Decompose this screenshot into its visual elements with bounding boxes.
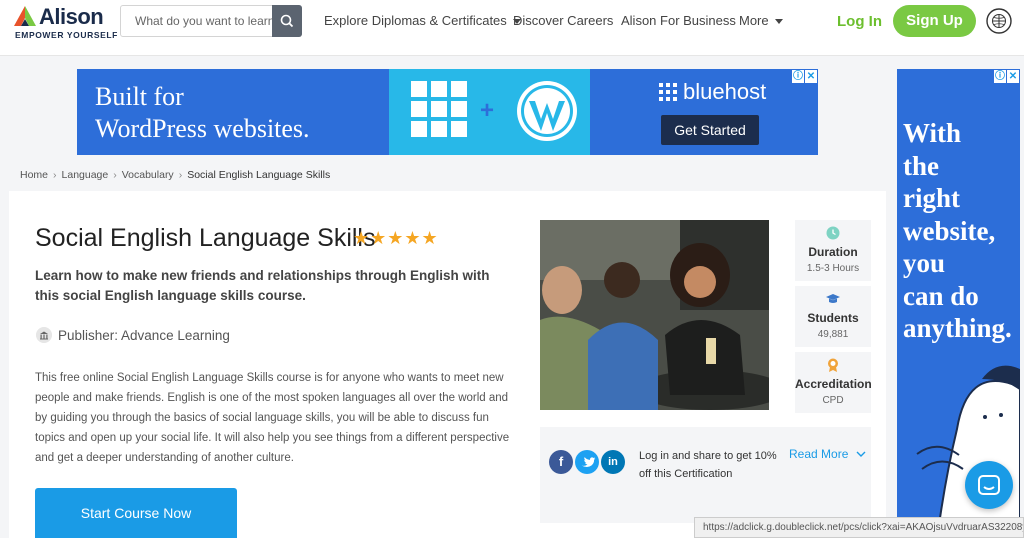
adchoices-info-icon[interactable]: ⓘ xyxy=(792,70,804,83)
ad-side-text: With the right website, you can do anyth… xyxy=(903,118,1012,343)
ad-banner-top[interactable]: Built for WordPress websites. + bluehost… xyxy=(77,69,818,155)
search-box xyxy=(120,5,302,37)
stat-students-label: Students xyxy=(807,311,859,325)
chevron-right-icon: › xyxy=(53,169,57,181)
nav-alison-for-business[interactable]: Alison For Business xyxy=(621,13,736,28)
read-more-label: Read More xyxy=(789,447,849,461)
signup-button[interactable]: Sign Up xyxy=(893,5,976,37)
chevron-right-icon: › xyxy=(178,169,183,181)
ad-headline-line2: WordPress websites. xyxy=(95,114,310,143)
chat-icon xyxy=(978,475,1000,495)
language-globe-icon[interactable] xyxy=(986,8,1012,34)
breadcrumb-current: Social English Language Skills xyxy=(187,169,331,181)
search-input[interactable] xyxy=(121,6,273,36)
nav-more-label: More xyxy=(739,13,769,28)
award-ribbon-icon xyxy=(828,358,838,372)
stat-students: Students 49,881 xyxy=(795,286,871,347)
login-link[interactable]: Log In xyxy=(837,13,882,30)
nav-explore-label: Explore Diplomas & Certificates xyxy=(324,13,507,28)
read-more-link[interactable]: Read More xyxy=(789,447,866,461)
course-subtitle: Learn how to make new friends and relati… xyxy=(35,268,490,303)
stat-accreditation: Accreditation CPD xyxy=(795,352,872,413)
adchoices-side-info-icon[interactable]: ⓘ xyxy=(994,70,1006,83)
alison-logo[interactable]: Alison EMPOWER YOURSELF xyxy=(14,4,117,44)
chat-button[interactable] xyxy=(965,461,1013,509)
publisher-building-icon xyxy=(36,327,52,343)
stat-students-value: 49,881 xyxy=(817,329,849,340)
logo-tagline: EMPOWER YOURSELF xyxy=(15,30,118,40)
linkedin-share-button[interactable]: in xyxy=(601,450,625,474)
facebook-share-button[interactable]: f xyxy=(549,450,573,474)
nav-more[interactable]: More xyxy=(739,13,783,28)
course-description: This free online Social English Language… xyxy=(35,372,510,464)
wordpress-logo-icon xyxy=(517,81,577,141)
facebook-icon: f xyxy=(558,454,564,469)
stat-accreditation-label: Accreditation xyxy=(795,377,872,391)
logo-text: Alison xyxy=(39,4,104,29)
ad-headline-line1: Built for xyxy=(95,82,184,111)
graduation-cap-icon xyxy=(826,294,840,303)
search-button[interactable] xyxy=(272,5,302,37)
stat-duration-label: Duration xyxy=(808,245,858,259)
linkedin-icon: in xyxy=(608,456,618,468)
blocks-grid-icon xyxy=(411,81,467,137)
adchoices-side[interactable]: ⓘ ✕ xyxy=(994,70,1019,84)
breadcrumb: Home › Language › Vocabulary › Social English … xyxy=(20,169,330,181)
chevron-right-icon: › xyxy=(113,169,117,181)
breadcrumb-language[interactable]: Language xyxy=(62,169,109,181)
clock-icon xyxy=(826,226,840,240)
breadcrumb-vocabulary[interactable]: Vocabulary xyxy=(122,169,174,181)
course-title: Social English Language Skills xyxy=(35,224,376,252)
ad-side-close-icon[interactable]: ✕ xyxy=(1007,70,1019,83)
stat-accreditation-value: CPD xyxy=(822,395,844,406)
nav-business-label: Alison For Business xyxy=(621,13,736,28)
nav-discover-careers[interactable]: Discover Careers xyxy=(513,13,613,28)
stat-duration: Duration 1.5-3 Hours xyxy=(795,220,871,281)
ad-close-icon[interactable]: ✕ xyxy=(805,70,817,83)
twitter-share-button[interactable] xyxy=(575,450,599,474)
nav-careers-label: Discover Careers xyxy=(513,13,614,28)
ad-get-started-button[interactable]: Get Started xyxy=(661,115,759,145)
share-discount-text: Log in and share to get 10% off this Cer… xyxy=(639,450,777,480)
nav-explore-diplomas[interactable]: Explore Diplomas & Certificates xyxy=(324,13,521,28)
share-panel: f in Log in and share to get 10% off thi… xyxy=(540,427,871,523)
chevron-down-icon xyxy=(856,451,866,457)
alison-logo-icon xyxy=(14,6,36,26)
twitter-icon xyxy=(581,457,596,468)
breadcrumb-home[interactable]: Home xyxy=(20,169,48,181)
stat-duration-value: 1.5-3 Hours xyxy=(806,263,860,274)
search-icon xyxy=(280,14,294,28)
course-image xyxy=(540,220,769,410)
course-photo xyxy=(540,220,769,410)
adchoices[interactable]: ⓘ ✕ xyxy=(792,70,817,84)
ad-brand: bluehost xyxy=(683,79,767,104)
bluehost-grid-icon xyxy=(659,83,677,101)
ad-illustration xyxy=(916,365,1020,538)
browser-status-url: https://adclick.g.doubleclick.net/pcs/cl… xyxy=(694,517,1024,538)
chevron-down-icon xyxy=(774,19,783,25)
start-course-button[interactable]: Start Course Now xyxy=(35,488,237,538)
ad-plus: + xyxy=(480,97,495,124)
ad-headline: Built for WordPress websites. xyxy=(95,81,310,145)
course-card: Social English Language Skills ★★★★★ Lea… xyxy=(9,191,886,538)
ad-graphic-panel: + xyxy=(389,69,590,155)
course-publisher[interactable]: Publisher: Advance Learning xyxy=(58,328,230,343)
rating-stars-icon: ★★★★★ xyxy=(353,228,439,248)
site-header: Alison EMPOWER YOURSELF Explore Diplomas… xyxy=(0,0,1024,56)
